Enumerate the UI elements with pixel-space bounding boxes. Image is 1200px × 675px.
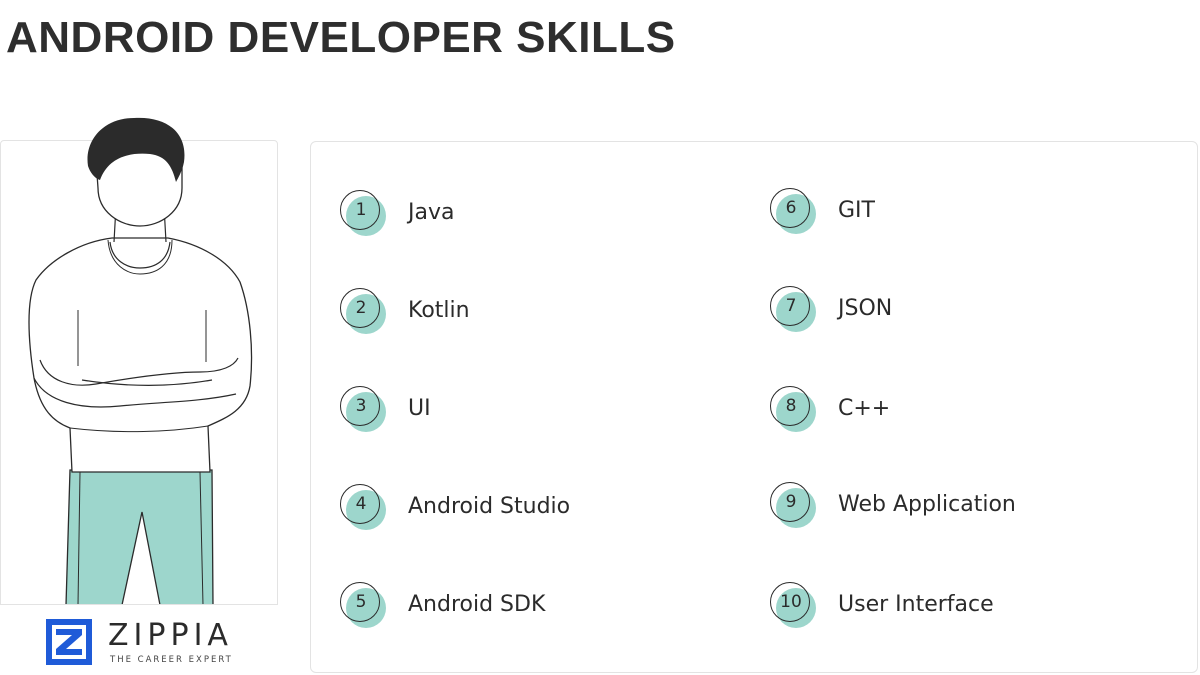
page-title: ANDROID DEVELOPER SKILLS bbox=[6, 13, 676, 62]
brand-footer: ZIPPIA THE CAREER EXPERT bbox=[0, 604, 278, 673]
number-badge: 8 bbox=[770, 386, 820, 436]
skill-label: User Interface bbox=[838, 592, 994, 617]
skill-label: Web Application bbox=[838, 492, 1016, 517]
skill-number: 3 bbox=[355, 396, 367, 416]
skill-item: 10 User Interface bbox=[770, 582, 1150, 632]
skill-label: Android SDK bbox=[408, 592, 546, 617]
skill-item: 9 Web Application bbox=[770, 482, 1150, 532]
skill-item: 6 GIT bbox=[770, 188, 1150, 238]
skill-number: 6 bbox=[785, 198, 797, 218]
brand-tagline: THE CAREER EXPERT bbox=[110, 655, 233, 665]
skill-label: Kotlin bbox=[408, 298, 470, 323]
number-badge: 2 bbox=[340, 288, 390, 338]
number-badge: 4 bbox=[340, 484, 390, 534]
skill-number: 2 bbox=[355, 298, 367, 318]
skill-label: UI bbox=[408, 396, 431, 421]
skill-item: 2 Kotlin bbox=[340, 288, 720, 338]
skill-label: Android Studio bbox=[408, 494, 571, 519]
skill-number: 8 bbox=[785, 396, 797, 416]
skill-label: JSON bbox=[838, 296, 893, 321]
skill-item: 3 UI bbox=[340, 386, 720, 436]
skill-label: C++ bbox=[838, 396, 891, 421]
skill-label: GIT bbox=[838, 198, 875, 223]
number-badge: 3 bbox=[340, 386, 390, 436]
brand-name: ZIPPIA bbox=[108, 618, 233, 653]
number-badge: 7 bbox=[770, 286, 820, 336]
skill-label: Java bbox=[408, 200, 455, 225]
number-badge: 1 bbox=[340, 190, 390, 240]
person-illustration bbox=[28, 117, 253, 606]
skill-item: 8 C++ bbox=[770, 386, 1150, 436]
skill-item: 1 Java bbox=[340, 190, 720, 240]
skill-item: 4 Android Studio bbox=[340, 484, 720, 534]
number-badge: 5 bbox=[340, 582, 390, 632]
zippia-logo-icon bbox=[46, 619, 92, 665]
number-badge: 10 bbox=[770, 582, 820, 632]
number-badge: 9 bbox=[770, 482, 820, 532]
skill-number: 7 bbox=[785, 296, 797, 316]
skill-item: 5 Android SDK bbox=[340, 582, 720, 632]
skill-number: 9 bbox=[785, 492, 797, 512]
skill-number: 1 bbox=[355, 200, 367, 220]
skill-number: 10 bbox=[780, 592, 802, 612]
skill-number: 5 bbox=[355, 592, 367, 612]
skill-item: 7 JSON bbox=[770, 286, 1150, 336]
number-badge: 6 bbox=[770, 188, 820, 238]
skill-number: 4 bbox=[355, 494, 367, 514]
